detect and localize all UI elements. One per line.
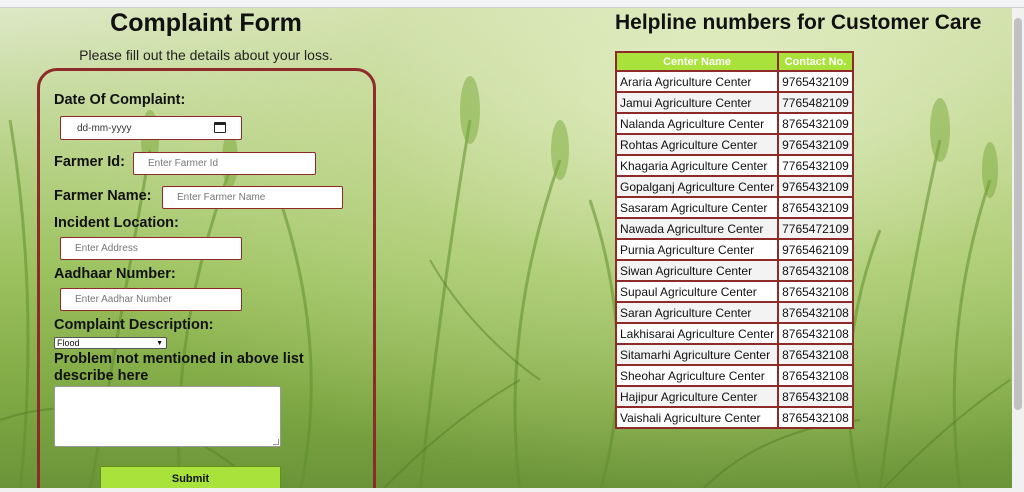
browser-toolbar-edge [0, 0, 1024, 8]
contact-number-cell: 9765462109 [779, 240, 852, 259]
contact-number-cell: 8765432108 [779, 324, 852, 343]
farmer-id-label: Farmer Id: [54, 154, 125, 170]
contact-number-cell: 9765432109 [779, 177, 852, 196]
column-header-center-name: Center Name [617, 53, 778, 70]
calendar-icon[interactable] [214, 122, 226, 133]
center-name-cell: Nawada Agriculture Center [617, 219, 778, 238]
form-title: Complaint Form [110, 9, 302, 37]
table-row: Araria Agriculture Center 9765432109 [617, 72, 852, 91]
aadhaar-label: Aadhaar Number: [54, 266, 176, 282]
contact-number-cell: 8765432108 [779, 345, 852, 364]
contact-number-cell: 8765432109 [779, 198, 852, 217]
center-name-cell: Gopalganj Agriculture Center [617, 177, 778, 196]
table-header-row: Center Name Contact No. [617, 53, 852, 70]
center-name-cell: Nalanda Agriculture Center [617, 114, 778, 133]
scrollbar-thumb[interactable] [1014, 18, 1022, 410]
contact-number-cell: 8765432108 [779, 303, 852, 322]
other-problem-textarea[interactable] [54, 386, 281, 447]
table-row: Sheohar Agriculture Center 8765432108 [617, 366, 852, 385]
center-name-cell: Hajipur Agriculture Center [617, 387, 778, 406]
contact-number-cell: 8765432108 [779, 408, 852, 427]
table-row: Hajipur Agriculture Center 8765432108 [617, 387, 852, 406]
incident-location-label: Incident Location: [54, 215, 179, 231]
center-name-cell: Purnia Agriculture Center [617, 240, 778, 259]
complaint-description-label: Complaint Description: [54, 317, 214, 333]
date-placeholder: dd-mm-yyyy [77, 122, 132, 134]
table-row: Sitamarhi Agriculture Center 8765432108 [617, 345, 852, 364]
other-problem-label: Problem not mentioned in above list desc… [54, 351, 304, 384]
center-name-cell: Araria Agriculture Center [617, 72, 778, 91]
table-row: Supaul Agriculture Center 8765432108 [617, 282, 852, 301]
table-row: Purnia Agriculture Center 9765462109 [617, 240, 852, 259]
contact-number-cell: 8765432109 [779, 114, 852, 133]
date-label: Date Of Complaint: [54, 92, 186, 108]
select-value: Flood [57, 338, 80, 348]
center-name-cell: Sheohar Agriculture Center [617, 366, 778, 385]
table-row: Khagaria Agriculture Center 7765432109 [617, 156, 852, 175]
contact-number-cell: 8765432108 [779, 282, 852, 301]
center-name-cell: Khagaria Agriculture Center [617, 156, 778, 175]
contact-number-cell: 9765432109 [779, 135, 852, 154]
helpline-table: Center Name Contact No. Araria Agricultu… [615, 51, 854, 429]
contact-number-cell: 8765432108 [779, 387, 852, 406]
resize-handle[interactable] [273, 439, 279, 445]
table-row: Gopalganj Agriculture Center 9765432109 [617, 177, 852, 196]
helpline-title: Helpline numbers for Customer Care [615, 11, 982, 34]
contact-number-cell: 7765482109 [779, 93, 852, 112]
table-row: Saran Agriculture Center 8765432108 [617, 303, 852, 322]
contact-number-cell: 7765432109 [779, 156, 852, 175]
contact-number-cell: 8765432108 [779, 261, 852, 280]
farmer-id-input[interactable] [133, 152, 316, 175]
aadhaar-input[interactable] [60, 288, 242, 311]
column-header-contact: Contact No. [779, 53, 852, 70]
farmer-name-label: Farmer Name: [54, 188, 152, 204]
table-row: Nawada Agriculture Center 7765472109 [617, 219, 852, 238]
complaint-description-select[interactable]: Flood ▼ [54, 337, 167, 349]
center-name-cell: Lakhisarai Agriculture Center [617, 324, 778, 343]
center-name-cell: Jamui Agriculture Center [617, 93, 778, 112]
contact-number-cell: 8765432108 [779, 366, 852, 385]
center-name-cell: Sasaram Agriculture Center [617, 198, 778, 217]
contact-number-cell: 7765472109 [779, 219, 852, 238]
page-scrollbar[interactable] [1012, 8, 1024, 492]
table-row: Vaishali Agriculture Center 8765432108 [617, 408, 852, 427]
center-name-cell: Saran Agriculture Center [617, 303, 778, 322]
contact-number-cell: 9765432109 [779, 72, 852, 91]
horizontal-scrollbar [0, 488, 1012, 492]
center-name-cell: Siwan Agriculture Center [617, 261, 778, 280]
center-name-cell: Supaul Agriculture Center [617, 282, 778, 301]
center-name-cell: Rohtas Agriculture Center [617, 135, 778, 154]
table-row: Rohtas Agriculture Center 9765432109 [617, 135, 852, 154]
chevron-down-icon: ▼ [156, 340, 163, 347]
farmer-name-input[interactable] [162, 186, 343, 209]
form-subtitle: Please fill out the details about your l… [79, 47, 333, 63]
table-row: Siwan Agriculture Center 8765432108 [617, 261, 852, 280]
table-row: Jamui Agriculture Center 7765482109 [617, 93, 852, 112]
date-of-complaint-input[interactable]: dd-mm-yyyy [60, 116, 242, 140]
table-row: Lakhisarai Agriculture Center 8765432108 [617, 324, 852, 343]
center-name-cell: Vaishali Agriculture Center [617, 408, 778, 427]
incident-location-input[interactable] [60, 237, 242, 260]
center-name-cell: Sitamarhi Agriculture Center [617, 345, 778, 364]
table-row: Nalanda Agriculture Center 8765432109 [617, 114, 852, 133]
table-row: Sasaram Agriculture Center 8765432109 [617, 198, 852, 217]
